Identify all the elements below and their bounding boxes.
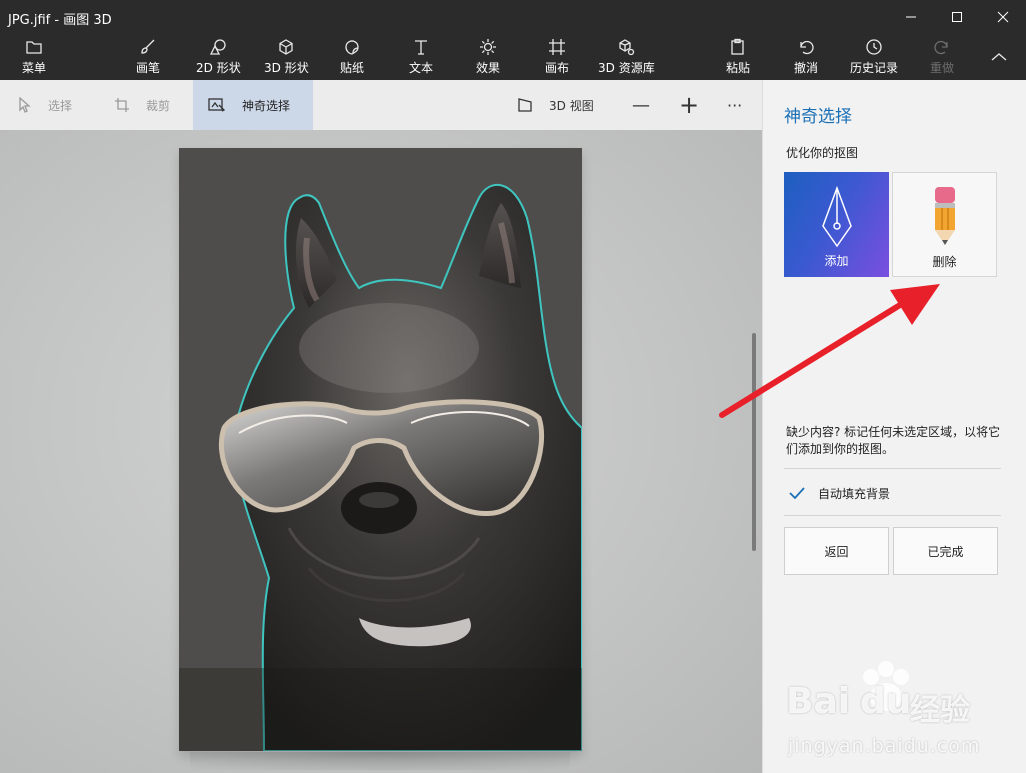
cursor-icon (19, 97, 31, 113)
redo-icon (934, 40, 948, 55)
checkmark-icon (789, 487, 805, 500)
canvas-button[interactable]: 画布 (545, 36, 569, 78)
select-tool[interactable]: 选择 (18, 80, 72, 130)
maximize-icon (952, 12, 962, 22)
shapes-3d-label: 3D 形状 (264, 61, 309, 75)
text-label: 文本 (409, 61, 434, 75)
back-button[interactable]: 返回 (784, 527, 889, 575)
shapes-2d-label: 2D 形状 (196, 61, 241, 75)
minimize-button[interactable] (888, 0, 934, 34)
magic-select-panel: 神奇选择 优化你的抠图 添加 删除 缺少内容? 标记任何未选定区域，以将它们添加… (762, 80, 1026, 773)
done-button[interactable]: 已完成 (893, 527, 998, 575)
paste-label: 粘贴 (726, 61, 751, 75)
add-label: 添加 (824, 254, 849, 268)
magic-select-tool[interactable]: 神奇选择 (193, 80, 313, 130)
autofill-checkbox[interactable] (786, 482, 808, 504)
image-shadow (190, 752, 570, 770)
back-label: 返回 (824, 544, 849, 559)
chevron-up-icon (991, 53, 1007, 61)
library-3d-button[interactable]: 3D 资源库 (598, 36, 655, 78)
more-options-label: ··· (727, 95, 743, 115)
folder-icon (26, 41, 42, 54)
undo-button[interactable]: 撤消 (794, 36, 818, 78)
close-icon (997, 11, 1009, 23)
select-label: 选择 (48, 98, 73, 113)
shapes-2d-button[interactable]: 2D 形状 (196, 36, 241, 78)
redo-button[interactable]: 重做 (930, 36, 954, 78)
crop-tool[interactable]: 裁剪 (114, 80, 170, 130)
window-title: JPG.jfif - 画图 3D (8, 13, 112, 28)
magic-select-label: 神奇选择 (242, 98, 291, 113)
shapes-3d-button[interactable]: 3D 形状 (264, 36, 309, 78)
stickers-button[interactable]: 贴纸 (340, 36, 364, 78)
minimize-icon (906, 16, 916, 18)
paste-button[interactable]: 粘贴 (726, 36, 750, 78)
brush-button[interactable]: 画笔 (136, 36, 160, 78)
canvas-label: 画布 (545, 61, 570, 75)
title-bar: JPG.jfif - 画图 3D (0, 0, 1026, 34)
history-label: 历史记录 (850, 61, 899, 75)
library-3d-label: 3D 资源库 (598, 61, 655, 75)
zoom-in-button[interactable]: + (679, 80, 699, 130)
text-icon (415, 40, 427, 55)
ribbon: 菜单 画笔 2D 形状 3D 形状 贴纸 文本 效果 画布 3D 资源库 粘贴 … (0, 34, 1026, 80)
effects-label: 效果 (476, 61, 501, 75)
sun-icon (480, 39, 496, 55)
library-3d-icon (619, 39, 635, 56)
undo-label: 撤消 (794, 61, 819, 75)
dog-photo[interactable] (179, 148, 582, 751)
crop-icon (115, 98, 129, 112)
zoom-out-label: — (632, 94, 650, 116)
panel-title: 神奇选择 (784, 107, 852, 127)
cube-icon (279, 39, 293, 55)
effects-button[interactable]: 效果 (476, 36, 500, 78)
zoom-out-button[interactable]: — (632, 80, 650, 130)
brush-label: 画笔 (136, 61, 161, 75)
maximize-button[interactable] (934, 0, 980, 34)
add-button[interactable]: 添加 (784, 172, 889, 277)
more-options-button[interactable]: ··· (727, 80, 742, 130)
view-3d-icon (518, 98, 532, 112)
remove-button[interactable]: 删除 (892, 172, 997, 277)
tool-bar: 选择 裁剪 神奇选择 3D 视图 — + ··· (0, 80, 762, 130)
stickers-label: 贴纸 (340, 61, 365, 75)
eraser-icon (934, 187, 955, 245)
clipboard-icon (731, 38, 744, 55)
undo-icon (800, 40, 814, 55)
panel-hint: 缺少内容? 标记任何未选定区域，以将它们添加到你的抠图。 (786, 425, 1001, 456)
brush-icon (141, 39, 155, 54)
view-3d-label: 3D 视图 (549, 98, 594, 113)
menu-button[interactable]: 菜单 (22, 36, 46, 78)
vertical-scrollbar[interactable] (752, 333, 756, 551)
menu-label: 菜单 (22, 61, 47, 75)
history-icon (866, 39, 882, 55)
remove-label: 删除 (932, 255, 957, 269)
pen-nib-icon (821, 186, 852, 248)
canvas-icon (549, 39, 565, 55)
crop-label: 裁剪 (146, 98, 171, 113)
shapes-2d-icon (210, 39, 226, 55)
autofill-label: 自动填充背景 (818, 486, 891, 501)
text-button[interactable]: 文本 (409, 36, 433, 78)
zoom-in-label: + (679, 91, 700, 119)
divider (784, 468, 1001, 469)
magic-select-icon (208, 98, 226, 112)
history-button[interactable]: 历史记录 (850, 36, 898, 78)
redo-label: 重做 (930, 61, 955, 75)
sticker-icon (345, 40, 359, 55)
done-label: 已完成 (927, 544, 964, 559)
dog-image (179, 183, 582, 751)
panel-subtitle: 优化你的抠图 (786, 146, 859, 160)
divider (784, 515, 1001, 516)
autofill-row[interactable]: 自动填充背景 (786, 482, 890, 504)
close-button[interactable] (980, 0, 1026, 34)
view-3d-button[interactable]: 3D 视图 (517, 80, 594, 130)
